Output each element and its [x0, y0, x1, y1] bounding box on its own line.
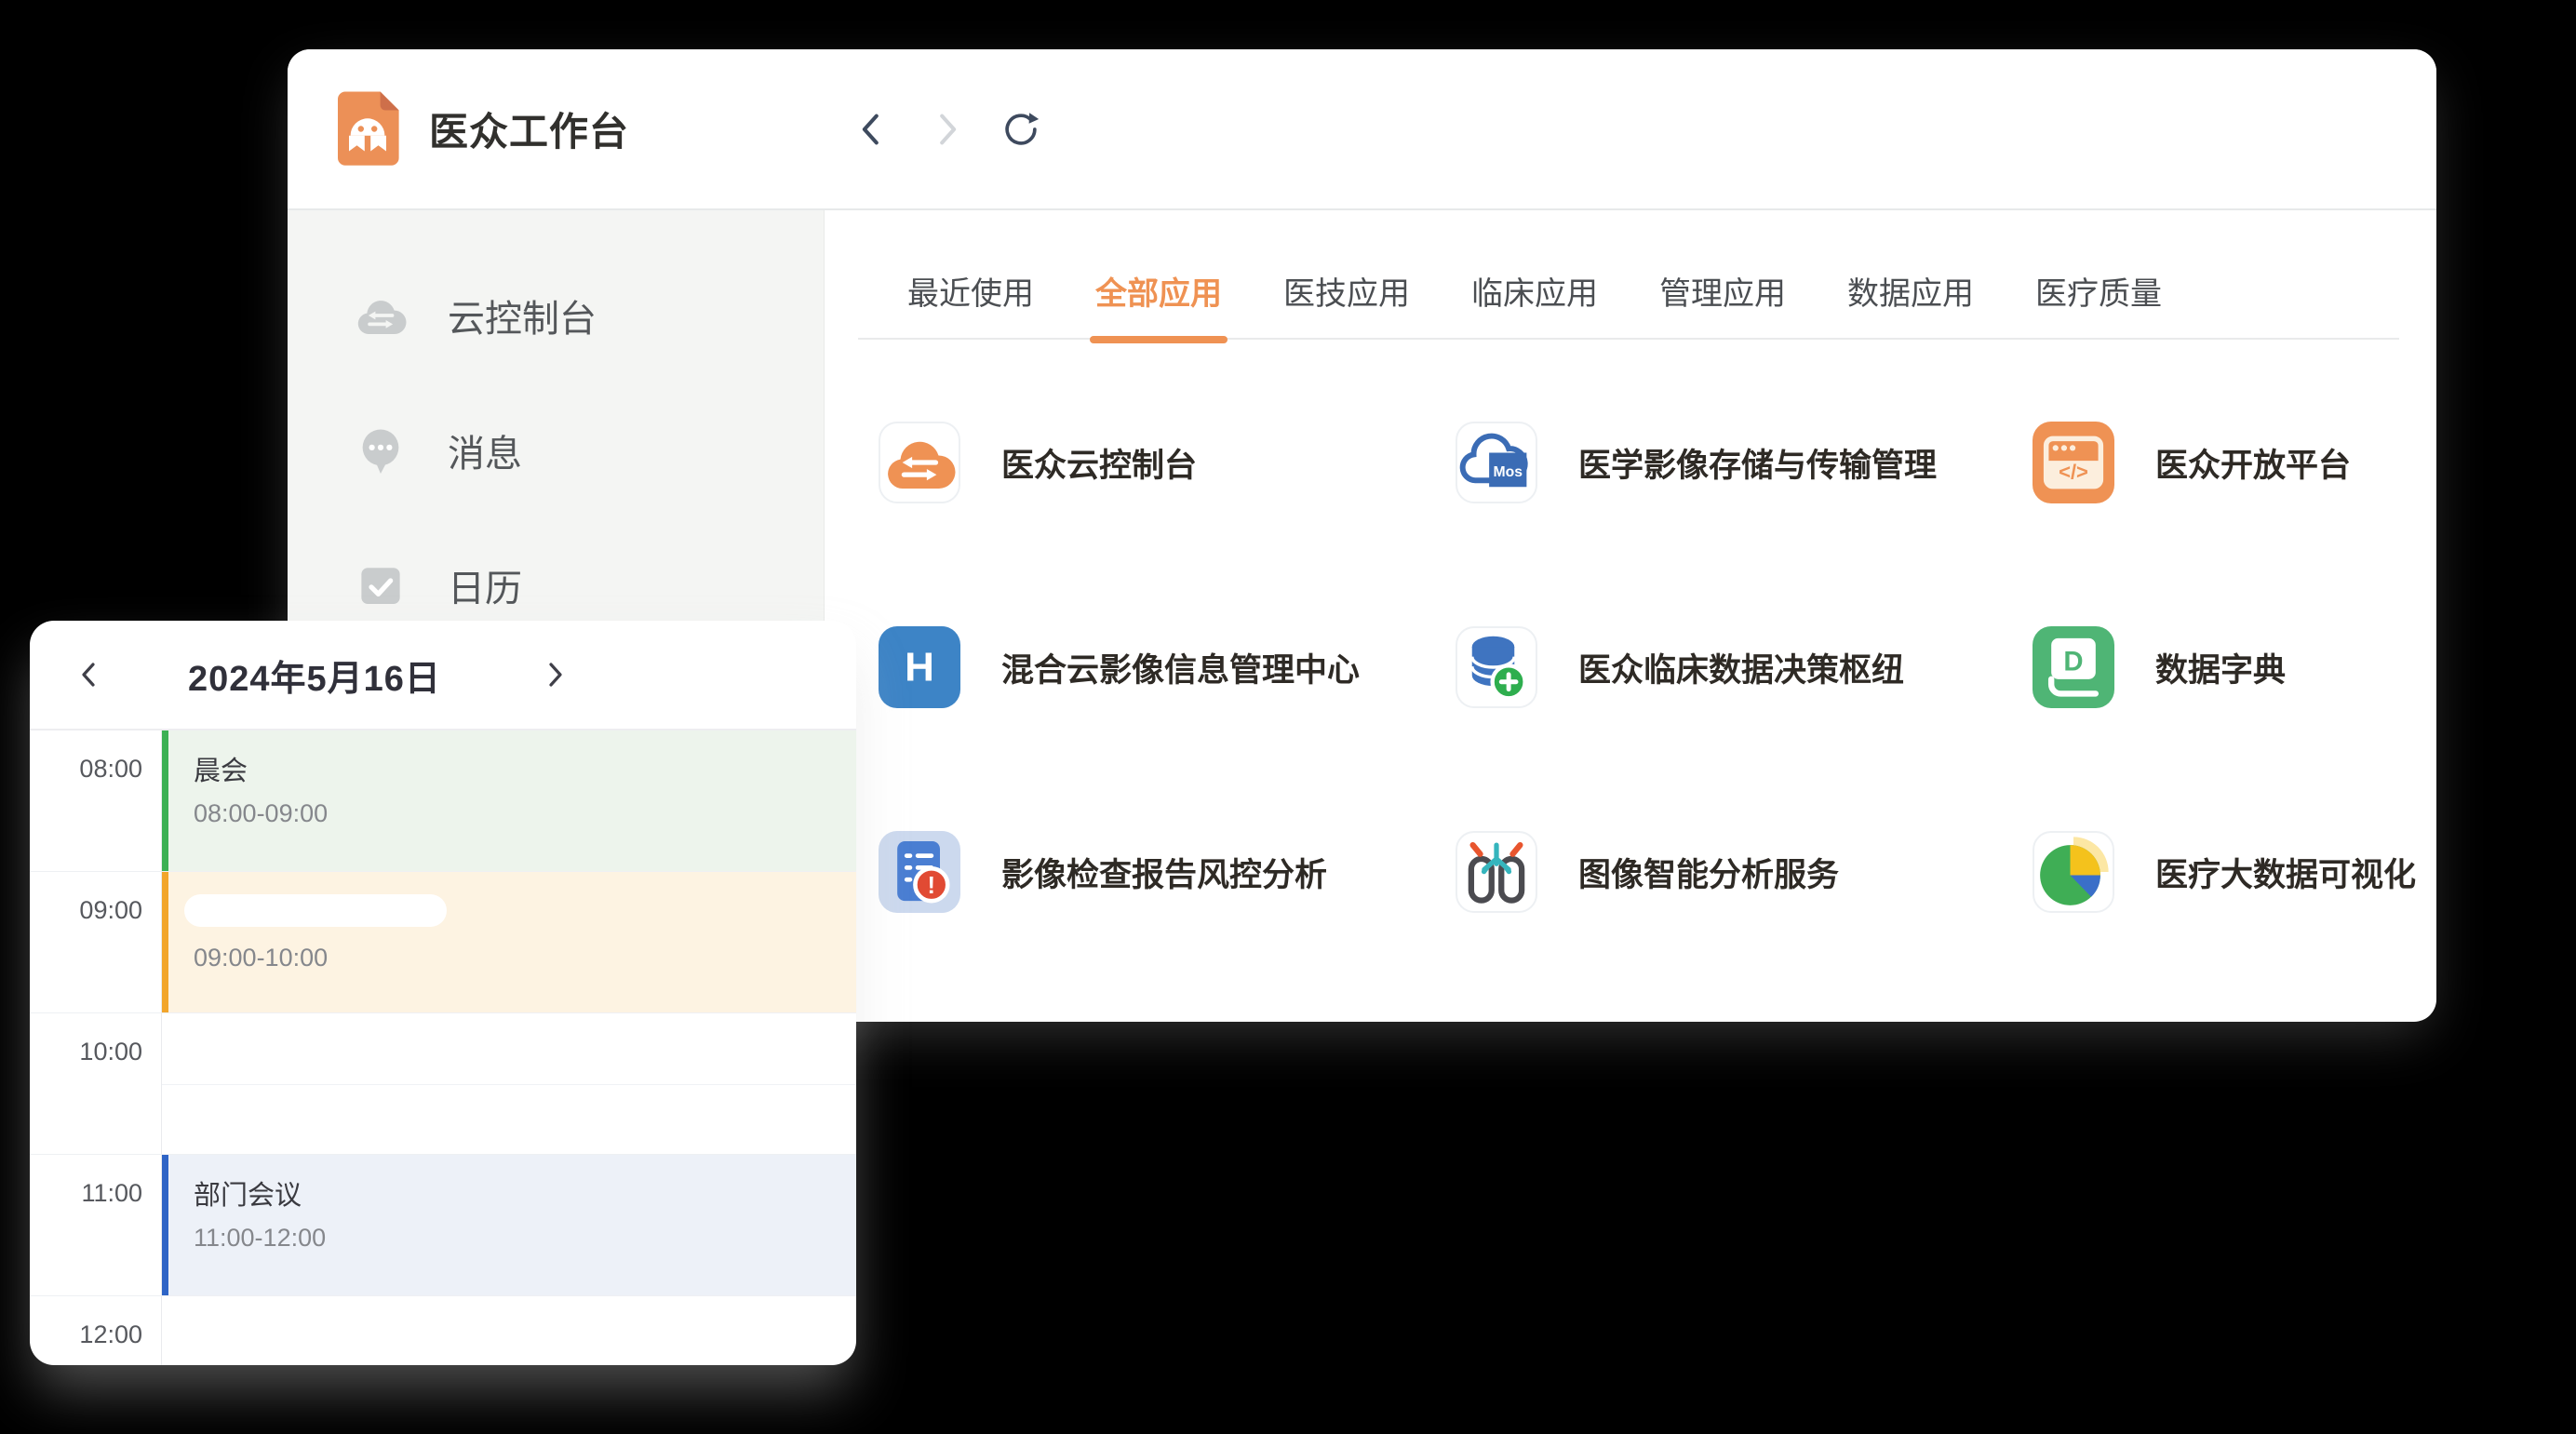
app-imaging-storage[interactable]: Mos 医学影像存储与传输管理 [1456, 422, 2033, 503]
svg-text:D: D [2063, 647, 2083, 677]
half-hour-gridline [162, 1084, 856, 1086]
app-label: 影像检查报告风控分析 [1001, 849, 1327, 896]
calendar-popup: 2024年5月16日 08:00 晨会 08:00-09:00 09:00 [30, 621, 856, 1365]
svg-text:H: H [905, 645, 934, 690]
event-time: 11:00-12:00 [194, 1224, 856, 1253]
data-dictionary-book-icon: D [2033, 626, 2114, 708]
event-color-bar [162, 1155, 168, 1295]
tab-quality[interactable]: 医疗质量 [2035, 268, 2162, 314]
app-label: 医众开放平台 [2155, 439, 2351, 487]
window-header: 医众工作台 [288, 49, 2436, 210]
event-color-bar [162, 872, 168, 1012]
app-cloud-console[interactable]: 医众云控制台 [879, 422, 1456, 503]
event-title: 晨会 [194, 749, 856, 788]
sidebar-item-messages[interactable]: 消息 [288, 382, 824, 517]
calendar-row-1200: 12:00 [30, 1296, 856, 1365]
tab-medtech-apps[interactable]: 医技应用 [1283, 268, 1410, 314]
tab-clinical-apps[interactable]: 临床应用 [1471, 268, 1598, 314]
app-label: 医疗大数据可视化 [2155, 849, 2416, 896]
calendar-header: 2024年5月16日 [30, 621, 856, 730]
time-label: 12:00 [30, 1296, 162, 1365]
tab-all-apps[interactable]: 全部应用 [1095, 268, 1222, 314]
messages-icon [353, 422, 409, 478]
calendar-row-1000: 10:00 [30, 1013, 856, 1155]
nav-buttons [851, 108, 1042, 151]
open-platform-code-icon: </> [2033, 422, 2114, 503]
calendar-row-1100: 11:00 部门会议 11:00-12:00 [30, 1155, 856, 1296]
event-time: 09:00-10:00 [194, 944, 856, 972]
app-hybrid-cloud-center[interactable]: H 混合云影像信息管理中心 [879, 626, 1456, 708]
app-grid: 医众云控制台 Mos 医学影像存储与传输管理 [879, 422, 2436, 913]
app-open-platform[interactable]: </> 医众开放平台 [2033, 422, 2436, 503]
sidebar-item-cloud-console[interactable]: 云控制台 [288, 248, 824, 382]
sidebar-item-label: 消息 [448, 423, 522, 477]
pie-chart-icon [2033, 831, 2114, 913]
tab-data-apps[interactable]: 数据应用 [1847, 268, 1974, 314]
clinical-database-icon [1456, 626, 1537, 708]
calendar-event-morning-meeting[interactable]: 晨会 08:00-09:00 [162, 730, 856, 871]
app-clinical-data-hub[interactable]: 医众临床数据决策枢纽 [1456, 626, 2033, 708]
event-title: 部门会议 [194, 1173, 856, 1213]
app-label: 数据字典 [2155, 644, 2286, 691]
svg-text:!: ! [928, 873, 936, 899]
cloud-storage-mos-icon: Mos [1456, 422, 1537, 503]
redacted-event-title [184, 894, 447, 927]
calendar-event-department-meeting[interactable]: 部门会议 11:00-12:00 [162, 1155, 856, 1295]
sidebar-item-label: 日历 [448, 558, 522, 612]
time-label: 08:00 [30, 730, 162, 871]
calendar-grid: 08:00 晨会 08:00-09:00 09:00 09:00-10:00 [30, 730, 856, 1365]
app-image-ai-analysis[interactable]: 图像智能分析服务 [1456, 831, 2033, 913]
time-label: 11:00 [30, 1155, 162, 1295]
apps-content: 最近使用 全部应用 医技应用 临床应用 管理应用 数据应用 医疗质量 [825, 210, 2436, 1020]
app-label: 医学影像存储与传输管理 [1578, 439, 1937, 487]
sidebar-item-label: 云控制台 [448, 288, 597, 342]
app-report-risk-analysis[interactable]: ! 影像检查报告风控分析 [879, 831, 1456, 913]
refresh-icon[interactable] [1000, 108, 1042, 151]
app-label: 医众临床数据决策枢纽 [1578, 644, 1904, 691]
svg-text:Mos: Mos [1494, 464, 1523, 480]
page-title: 医众工作台 [429, 101, 629, 157]
tab-admin-apps[interactable]: 管理应用 [1659, 268, 1786, 314]
app-label: 医众云控制台 [1001, 439, 1197, 487]
app-big-data-visualization[interactable]: 医疗大数据可视化 [2033, 831, 2436, 913]
lungs-ai-icon [1456, 831, 1537, 913]
cloud-console-icon [353, 288, 409, 343]
svg-text:</>: </> [2059, 460, 2088, 483]
cloud-console-icon [879, 422, 960, 503]
app-label: 混合云影像信息管理中心 [1001, 644, 1360, 691]
event-time: 08:00-09:00 [194, 799, 856, 828]
calendar-icon [353, 557, 409, 613]
tab-bar: 最近使用 全部应用 医技应用 临床应用 管理应用 数据应用 医疗质量 [858, 268, 2399, 340]
event-color-bar [162, 730, 168, 871]
calendar-prev-icon[interactable] [73, 658, 106, 691]
report-risk-alert-icon: ! [879, 831, 960, 913]
time-label: 10:00 [30, 1013, 162, 1154]
tab-recent[interactable]: 最近使用 [907, 268, 1034, 314]
stage: 医众工作台 [0, 0, 2576, 1434]
app-label: 图像智能分析服务 [1578, 849, 1839, 896]
forward-icon[interactable] [925, 108, 968, 151]
calendar-next-icon[interactable] [538, 658, 571, 691]
calendar-row-0800: 08:00 晨会 08:00-09:00 [30, 730, 856, 872]
back-icon[interactable] [851, 108, 893, 151]
calendar-date-label: 2024年5月16日 [188, 650, 441, 701]
mascot-document-icon [330, 89, 405, 168]
time-label: 09:00 [30, 872, 162, 1012]
calendar-event-redacted[interactable]: 09:00-10:00 [162, 872, 856, 1012]
calendar-row-0900: 09:00 09:00-10:00 [30, 872, 856, 1013]
app-data-dictionary[interactable]: D 数据字典 [2033, 626, 2436, 708]
hybrid-cloud-h-icon: H [879, 626, 960, 708]
